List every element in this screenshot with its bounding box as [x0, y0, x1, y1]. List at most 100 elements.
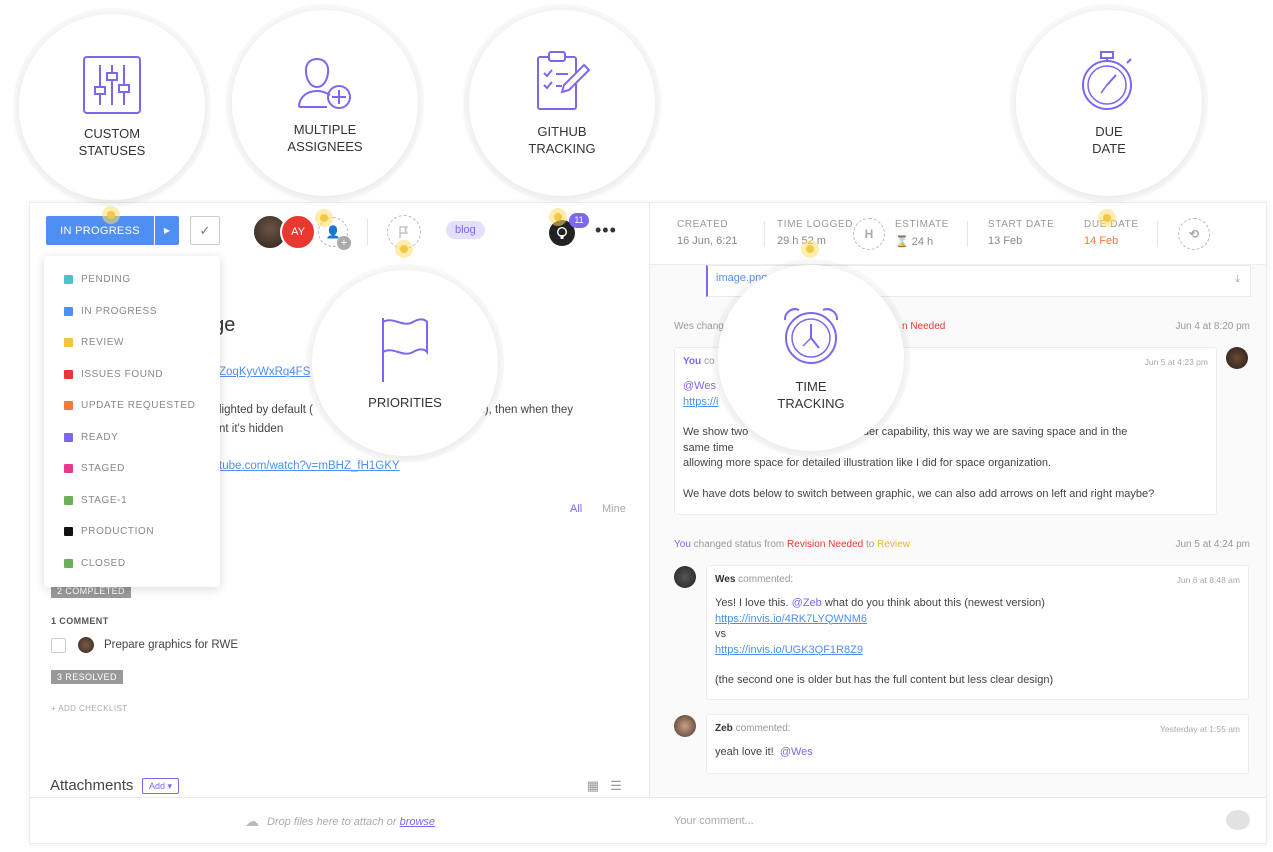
comment-bubble-icon[interactable] — [1226, 810, 1250, 830]
browse-link[interactable]: browse — [400, 816, 435, 828]
callout-label: PRIORITIES — [368, 394, 442, 410]
status-change-item: You changed status from Revision Needed … — [674, 539, 910, 550]
sliders-icon — [83, 56, 141, 114]
resolved-pill[interactable]: 3 RESOLVED — [51, 670, 123, 684]
filter-mine-tab[interactable]: Mine — [602, 503, 626, 515]
comment-timestamp: Yesterday at 1:55 am — [1159, 724, 1240, 734]
comment-text: same time — [683, 441, 734, 454]
activity-text: Wes chang — [674, 321, 724, 332]
task-meta-bar: CREATED 16 Jun, 6:21 TIME LOGGED 29 h 52… — [650, 203, 1266, 265]
callout-github-tracking: GITHUB TRACKING — [469, 10, 655, 196]
attachments-add-button[interactable]: Add ▾ — [142, 778, 180, 794]
dropzone-text: Drop files here to attach or — [266, 815, 397, 828]
avatar — [78, 637, 94, 653]
status-swatch — [64, 369, 73, 379]
estimate-value[interactable]: ⌛ 24 h — [895, 235, 949, 248]
status-option[interactable]: PENDING — [44, 264, 220, 296]
comment-placeholder[interactable]: Your comment... — [674, 815, 754, 827]
callout-priorities: PRIORITIES — [312, 270, 498, 456]
description-link[interactable]: ZoqKyvWxRq4FS — [219, 366, 310, 378]
status-option[interactable]: ISSUES FOUND — [44, 359, 220, 391]
attachments-title: Attachments — [50, 777, 134, 794]
created-label: CREATED — [677, 219, 729, 230]
status-option[interactable]: READY — [44, 422, 220, 454]
divider — [764, 221, 765, 247]
status-next-icon[interactable]: ▶ — [154, 216, 179, 245]
status-option-label: READY — [81, 431, 119, 443]
comment-body: yeah love it! @Wes — [715, 745, 813, 761]
status-from: Revision Needed — [787, 539, 864, 550]
hotspot-dot — [1098, 209, 1116, 227]
divider — [967, 221, 968, 247]
more-options-icon[interactable]: ••• — [595, 221, 617, 239]
mention[interactable]: @Zeb — [792, 597, 822, 609]
hotspot-dot — [315, 209, 333, 227]
status-option[interactable]: PRODUCTION — [44, 516, 220, 548]
checklist-checkbox[interactable] — [51, 637, 66, 653]
divider — [1157, 221, 1158, 247]
status-option[interactable]: STAGED — [44, 453, 220, 485]
download-icon[interactable]: ⤓ — [1235, 273, 1240, 286]
comment-text: what do you think about this (newest ver… — [824, 597, 1045, 609]
hotspot-dot — [102, 206, 120, 224]
status-option-label: CLOSED — [81, 557, 126, 569]
comment-verb: commented: — [738, 574, 794, 585]
start-date-value[interactable]: 13 Feb — [988, 235, 1054, 247]
status-swatch — [64, 306, 73, 316]
description-link[interactable]: tube.com/watch?v=mBHZ_fH1GKY — [219, 460, 400, 472]
callout-due-date: DUE DATE — [1016, 10, 1202, 196]
status-option-label: UPDATE REQUESTED — [81, 400, 196, 412]
comment-input[interactable]: Your comment... — [650, 797, 1266, 843]
comment-link[interactable]: https://invis.io/UGK3QF1R8Z9 — [715, 643, 1053, 659]
comment-text: allowing more space for detailed illustr… — [683, 457, 1052, 469]
comment-text: vs — [715, 628, 726, 640]
checklist-item[interactable]: Prepare graphics for RWE — [51, 637, 238, 653]
comment-author[interactable]: Wes — [715, 574, 735, 585]
comment-link[interactable]: https://invis.io/4RK7LYQWNM6 — [715, 612, 1053, 628]
comment-verb: commented: — [735, 723, 791, 734]
hourglass-icon[interactable]: H — [853, 218, 885, 250]
complete-checkmark-button[interactable]: ✓ — [190, 216, 220, 245]
due-date-value[interactable]: 14 Feb — [1084, 235, 1139, 247]
activity-status: n Needed — [902, 321, 946, 332]
status-option[interactable]: STAGE-1 — [44, 485, 220, 517]
comment-text: th slider capability, this way we are sa… — [840, 426, 1128, 438]
filter-all-tab[interactable]: All — [570, 503, 582, 515]
status-option[interactable]: UPDATE REQUESTED — [44, 390, 220, 422]
checklist-item-label[interactable]: Prepare graphics for RWE — [104, 639, 238, 651]
file-dropzone[interactable]: ☁ Drop files here to attach or browse — [30, 797, 650, 843]
comment-text: Yes! I love this. — [715, 597, 789, 609]
comment-author[interactable]: Zeb — [715, 723, 733, 734]
comment-author[interactable]: You — [683, 356, 701, 367]
tag-badge[interactable]: blog — [446, 221, 485, 239]
status-option[interactable]: CLOSED — [44, 548, 220, 580]
description-text: nt it's hidden — [219, 423, 284, 435]
avatar — [674, 566, 696, 588]
start-date-meta[interactable]: START DATE 13 Feb — [988, 219, 1054, 247]
list-view-icon[interactable]: ☰ — [608, 778, 624, 794]
start-date-label: START DATE — [988, 219, 1055, 230]
grid-view-icon[interactable]: ▦ — [585, 778, 601, 794]
add-checklist-button[interactable]: + ADD CHECKLIST — [51, 704, 127, 713]
description-text: lighted by default ( — [219, 404, 313, 416]
callout-label: GITHUB TRACKING — [528, 124, 596, 156]
comment-text: We show two — [683, 426, 749, 438]
status-swatch — [64, 527, 73, 537]
avatar-initials[interactable]: AY — [280, 214, 316, 250]
estimate-meta[interactable]: ESTIMATE ⌛ 24 h — [895, 219, 949, 248]
status-label[interactable]: IN PROGRESS — [46, 216, 154, 245]
actor-name[interactable]: You — [674, 539, 691, 550]
status-option[interactable]: IN PROGRESS — [44, 296, 220, 328]
comment-header: Zeb commented: — [715, 723, 791, 734]
repeat-icon[interactable]: ⟲ — [1178, 218, 1210, 250]
activity-timestamp: Jun 5 at 4:24 pm — [1175, 539, 1251, 550]
mention[interactable]: @Wes — [780, 746, 813, 758]
status-option[interactable]: REVIEW — [44, 327, 220, 359]
hotspot-dot — [801, 240, 819, 258]
hotspot-dot — [395, 240, 413, 258]
status-swatch — [64, 401, 73, 411]
created-meta: CREATED 16 Jun, 6:21 — [677, 219, 738, 247]
flag-icon — [382, 317, 428, 382]
comment-timestamp: Jun 5 at 4:23 pm — [1144, 357, 1208, 367]
status-dropdown: PENDING IN PROGRESS REVIEW ISSUES FOUND UPDA… — [44, 256, 220, 587]
